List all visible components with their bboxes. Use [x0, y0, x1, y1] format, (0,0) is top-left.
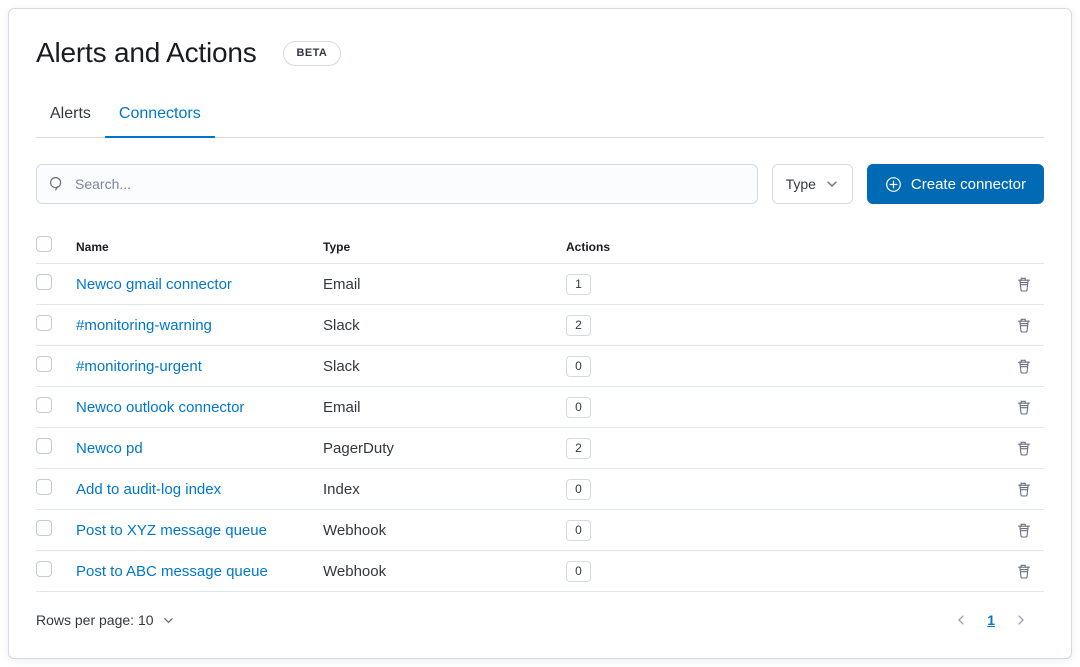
row-checkbox[interactable] — [36, 356, 52, 372]
table-row: Add to audit-log index Index 0 — [36, 469, 1044, 510]
connector-name-link[interactable]: Newco outlook connector — [76, 399, 323, 416]
trash-icon — [1016, 358, 1032, 374]
next-page-button[interactable] — [1010, 609, 1032, 631]
previous-page-button[interactable] — [950, 609, 972, 631]
beta-badge: BETA — [283, 41, 342, 66]
delete-connector-button[interactable] — [1014, 356, 1034, 376]
create-connector-label: Create connector — [911, 176, 1026, 193]
connector-type: Index — [323, 481, 566, 498]
table-row: Newco outlook connector Email 0 — [36, 387, 1044, 428]
type-filter-label: Type — [786, 176, 816, 192]
actions-count-badge: 0 — [566, 356, 591, 377]
toolbar: Type Create connector — [36, 164, 1044, 204]
trash-icon — [1016, 276, 1032, 292]
create-connector-button[interactable]: Create connector — [867, 164, 1044, 204]
table-row: Newco gmail connector Email 1 — [36, 264, 1044, 305]
connector-name-link[interactable]: #monitoring-warning — [76, 317, 323, 334]
trash-icon — [1016, 522, 1032, 538]
trash-icon — [1016, 399, 1032, 415]
column-header-actions: Actions — [566, 240, 1004, 254]
row-checkbox[interactable] — [36, 397, 52, 413]
page-number-1[interactable]: 1 — [982, 612, 1000, 628]
actions-count-badge: 0 — [566, 397, 591, 418]
connector-name-link[interactable]: Add to audit-log index — [76, 481, 323, 498]
rows-per-page-button[interactable]: Rows per page: 10 — [36, 612, 175, 628]
tab-bar: Alerts Connectors — [36, 93, 1044, 138]
column-header-name[interactable]: Name — [76, 240, 323, 254]
connector-type: Email — [323, 399, 566, 416]
trash-icon — [1016, 563, 1032, 579]
delete-connector-button[interactable] — [1014, 520, 1034, 540]
actions-count-badge: 2 — [566, 315, 591, 336]
pagination: 1 — [950, 609, 1044, 631]
row-checkbox[interactable] — [36, 315, 52, 331]
table-row: #monitoring-urgent Slack 0 — [36, 346, 1044, 387]
actions-count-badge: 2 — [566, 438, 591, 459]
table-row: Post to XYZ message queue Webhook 0 — [36, 510, 1044, 551]
delete-connector-button[interactable] — [1014, 438, 1034, 458]
trash-icon — [1016, 317, 1032, 333]
table-row: Post to ABC message queue Webhook 0 — [36, 551, 1044, 592]
table-footer: Rows per page: 10 1 — [36, 598, 1044, 642]
table-row: #monitoring-warning Slack 2 — [36, 305, 1044, 346]
trash-icon — [1016, 481, 1032, 497]
actions-count-badge: 0 — [566, 520, 591, 541]
rows-per-page-label: Rows per page: 10 — [36, 612, 154, 628]
delete-connector-button[interactable] — [1014, 397, 1034, 417]
connector-name-link[interactable]: Newco pd — [76, 440, 323, 457]
chevron-down-icon — [162, 614, 175, 627]
alerts-and-actions-panel: Alerts and Actions BETA Alerts Connector… — [8, 8, 1072, 659]
delete-connector-button[interactable] — [1014, 479, 1034, 499]
delete-connector-button[interactable] — [1014, 274, 1034, 294]
actions-count-badge: 0 — [566, 561, 591, 582]
connectors-table: Name Type Actions Newco gmail connector … — [36, 230, 1044, 592]
row-checkbox[interactable] — [36, 274, 52, 290]
connector-name-link[interactable]: Newco gmail connector — [76, 276, 323, 293]
tab-connectors[interactable]: Connectors — [105, 93, 215, 138]
chevron-right-icon — [1014, 613, 1028, 627]
row-checkbox[interactable] — [36, 520, 52, 536]
search-input[interactable] — [36, 164, 758, 204]
connector-type: Webhook — [323, 522, 566, 539]
trash-icon — [1016, 440, 1032, 456]
tab-alerts[interactable]: Alerts — [36, 93, 105, 138]
connector-type: Slack — [323, 317, 566, 334]
row-checkbox[interactable] — [36, 561, 52, 577]
delete-connector-button[interactable] — [1014, 315, 1034, 335]
connector-type: PagerDuty — [323, 440, 566, 457]
connector-type: Webhook — [323, 563, 566, 580]
table-row: Newco pd PagerDuty 2 — [36, 428, 1044, 469]
row-checkbox[interactable] — [36, 479, 52, 495]
column-header-type: Type — [323, 240, 566, 254]
chevron-down-icon — [825, 177, 839, 191]
connector-name-link[interactable]: Post to ABC message queue — [76, 563, 323, 580]
connector-name-link[interactable]: #monitoring-urgent — [76, 358, 323, 375]
chevron-left-icon — [954, 613, 968, 627]
table-header-row: Name Type Actions — [36, 230, 1044, 264]
select-all-checkbox[interactable] — [36, 236, 52, 252]
delete-connector-button[interactable] — [1014, 561, 1034, 581]
search-box — [36, 164, 758, 204]
connector-name-link[interactable]: Post to XYZ message queue — [76, 522, 323, 539]
row-checkbox[interactable] — [36, 438, 52, 454]
plus-in-circle-icon — [885, 176, 902, 193]
type-filter-button[interactable]: Type — [772, 164, 853, 204]
actions-count-badge: 1 — [566, 274, 591, 295]
page-title: Alerts and Actions — [36, 37, 257, 69]
connector-type: Slack — [323, 358, 566, 375]
page-header: Alerts and Actions BETA — [36, 37, 1044, 69]
actions-count-badge: 0 — [566, 479, 591, 500]
connector-type: Email — [323, 276, 566, 293]
